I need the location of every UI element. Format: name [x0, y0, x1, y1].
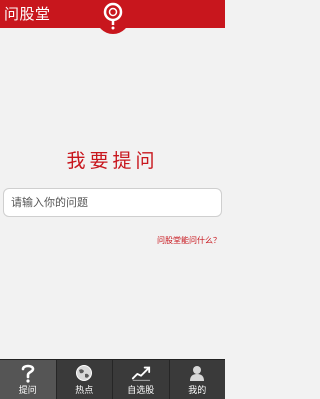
tab-hot[interactable]: 热点: [57, 360, 113, 399]
page-heading: 我要提问: [66, 150, 159, 172]
tab-label: 热点: [75, 386, 94, 396]
app-title: 问股堂: [4, 5, 51, 23]
logo: [96, 0, 130, 34]
tab-label: 我的: [188, 386, 207, 396]
tab-ask[interactable]: 提问: [0, 360, 57, 399]
question-mark-logo-icon: [103, 2, 123, 30]
globe-icon: [74, 363, 94, 383]
question-icon: [18, 363, 38, 383]
tab-label: 自选股: [127, 386, 155, 396]
user-icon: [187, 363, 207, 383]
question-input[interactable]: [3, 188, 222, 217]
tab-watchlist[interactable]: 自选股: [113, 360, 170, 399]
help-link[interactable]: 问股堂能问什么？: [157, 236, 221, 246]
bottom-tab-bar: 提问 热点 自选股 我的: [0, 359, 225, 399]
tab-mine[interactable]: 我的: [170, 360, 226, 399]
tab-label: 提问: [18, 386, 37, 396]
trend-chart-icon: [131, 363, 151, 383]
